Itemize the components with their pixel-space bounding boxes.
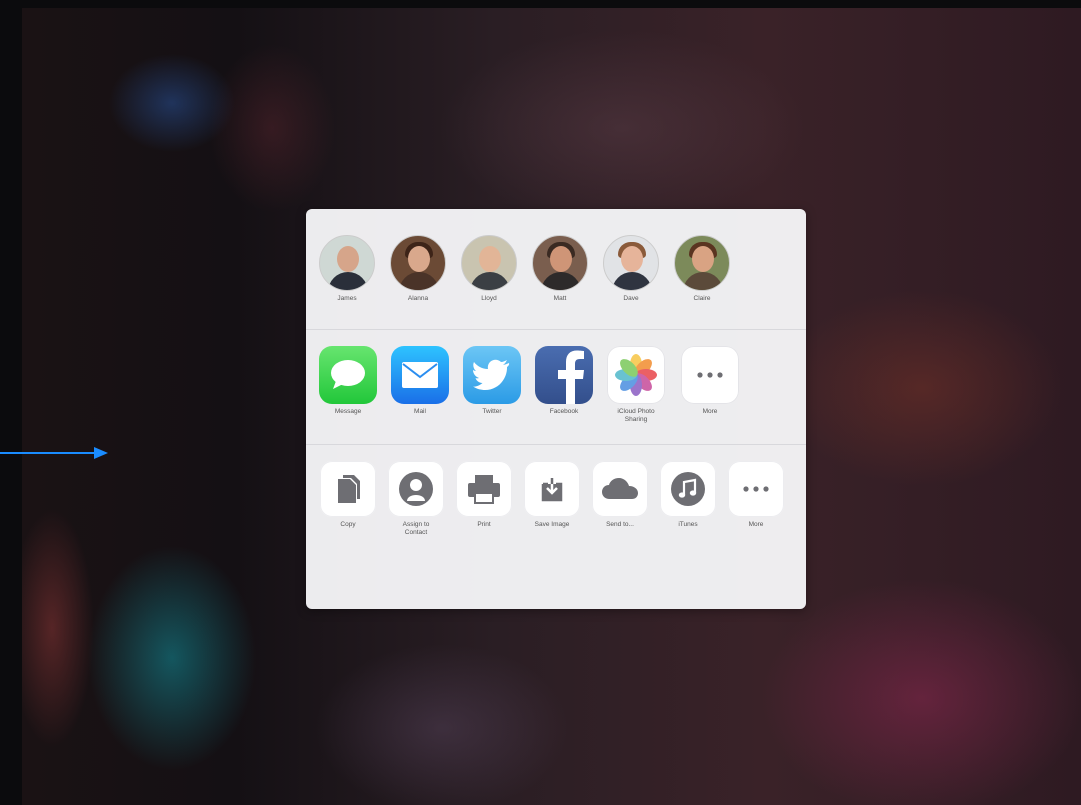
people-row: James Alanna Lloyd Matt Dave Claire xyxy=(306,235,806,325)
person-claire[interactable]: Claire xyxy=(666,235,738,303)
divider xyxy=(306,329,806,330)
action-label: Save Image xyxy=(534,521,570,528)
more-icon xyxy=(681,346,739,404)
action-print[interactable]: Print xyxy=(448,461,520,529)
facebook-icon xyxy=(535,346,593,404)
avatar xyxy=(461,235,517,291)
app-label: Facebook xyxy=(549,408,579,415)
person-matt[interactable]: Matt xyxy=(524,235,596,303)
more-icon xyxy=(728,461,784,517)
app-label: Mail xyxy=(414,408,426,415)
divider xyxy=(306,444,806,445)
app-more[interactable]: More xyxy=(674,346,746,416)
avatar xyxy=(390,235,446,291)
action-label: Assign to Contact xyxy=(402,521,430,536)
save-image-icon xyxy=(524,461,580,517)
app-facebook[interactable]: Facebook xyxy=(528,346,600,416)
app-message[interactable]: Message xyxy=(312,346,384,416)
annotation-arrow-icon xyxy=(0,447,108,459)
avatar xyxy=(319,235,375,291)
contact-icon xyxy=(388,461,444,517)
actions-row: Copy Assign to Contact Print Save Image … xyxy=(306,461,806,561)
action-label: iTunes xyxy=(678,521,698,528)
action-copy[interactable]: Copy xyxy=(312,461,384,529)
mail-icon xyxy=(391,346,449,404)
action-assign-to-contact[interactable]: Assign to Contact xyxy=(380,461,452,537)
person-james[interactable]: James xyxy=(311,235,383,303)
avatar xyxy=(603,235,659,291)
app-label: More xyxy=(702,408,718,415)
action-label: Copy xyxy=(340,521,356,528)
copy-icon xyxy=(320,461,376,517)
action-save-image[interactable]: Save Image xyxy=(516,461,588,529)
action-itunes[interactable]: iTunes xyxy=(652,461,724,529)
action-label: More xyxy=(748,521,764,528)
photos-icon xyxy=(607,346,665,404)
apps-row: Message Mail Twitter Facebook iCloud Pho… xyxy=(306,346,806,446)
avatar xyxy=(674,235,730,291)
action-label: Send to... xyxy=(606,521,634,528)
share-sheet: James Alanna Lloyd Matt Dave Claire Mess… xyxy=(306,209,806,609)
print-icon xyxy=(456,461,512,517)
app-mail[interactable]: Mail xyxy=(384,346,456,416)
avatar xyxy=(532,235,588,291)
person-name: Matt xyxy=(553,295,567,302)
person-lloyd[interactable]: Lloyd xyxy=(453,235,525,303)
message-icon xyxy=(319,346,377,404)
app-label: iCloud Photo Sharing xyxy=(617,408,655,423)
person-name: Alanna xyxy=(407,295,429,302)
app-icloud-photo-sharing[interactable]: iCloud Photo Sharing xyxy=(600,346,672,424)
cloud-icon xyxy=(592,461,648,517)
action-label: Print xyxy=(477,521,491,528)
app-label: Message xyxy=(334,408,362,415)
music-note-icon xyxy=(660,461,716,517)
person-name: Claire xyxy=(693,295,711,302)
twitter-icon xyxy=(463,346,521,404)
person-name: Lloyd xyxy=(481,295,497,302)
action-more[interactable]: More xyxy=(720,461,792,529)
action-send-to[interactable]: Send to... xyxy=(584,461,656,529)
app-twitter[interactable]: Twitter xyxy=(456,346,528,416)
person-name: James xyxy=(337,295,357,302)
person-dave[interactable]: Dave xyxy=(595,235,667,303)
person-alanna[interactable]: Alanna xyxy=(382,235,454,303)
person-name: Dave xyxy=(623,295,639,302)
app-label: Twitter xyxy=(482,408,502,415)
